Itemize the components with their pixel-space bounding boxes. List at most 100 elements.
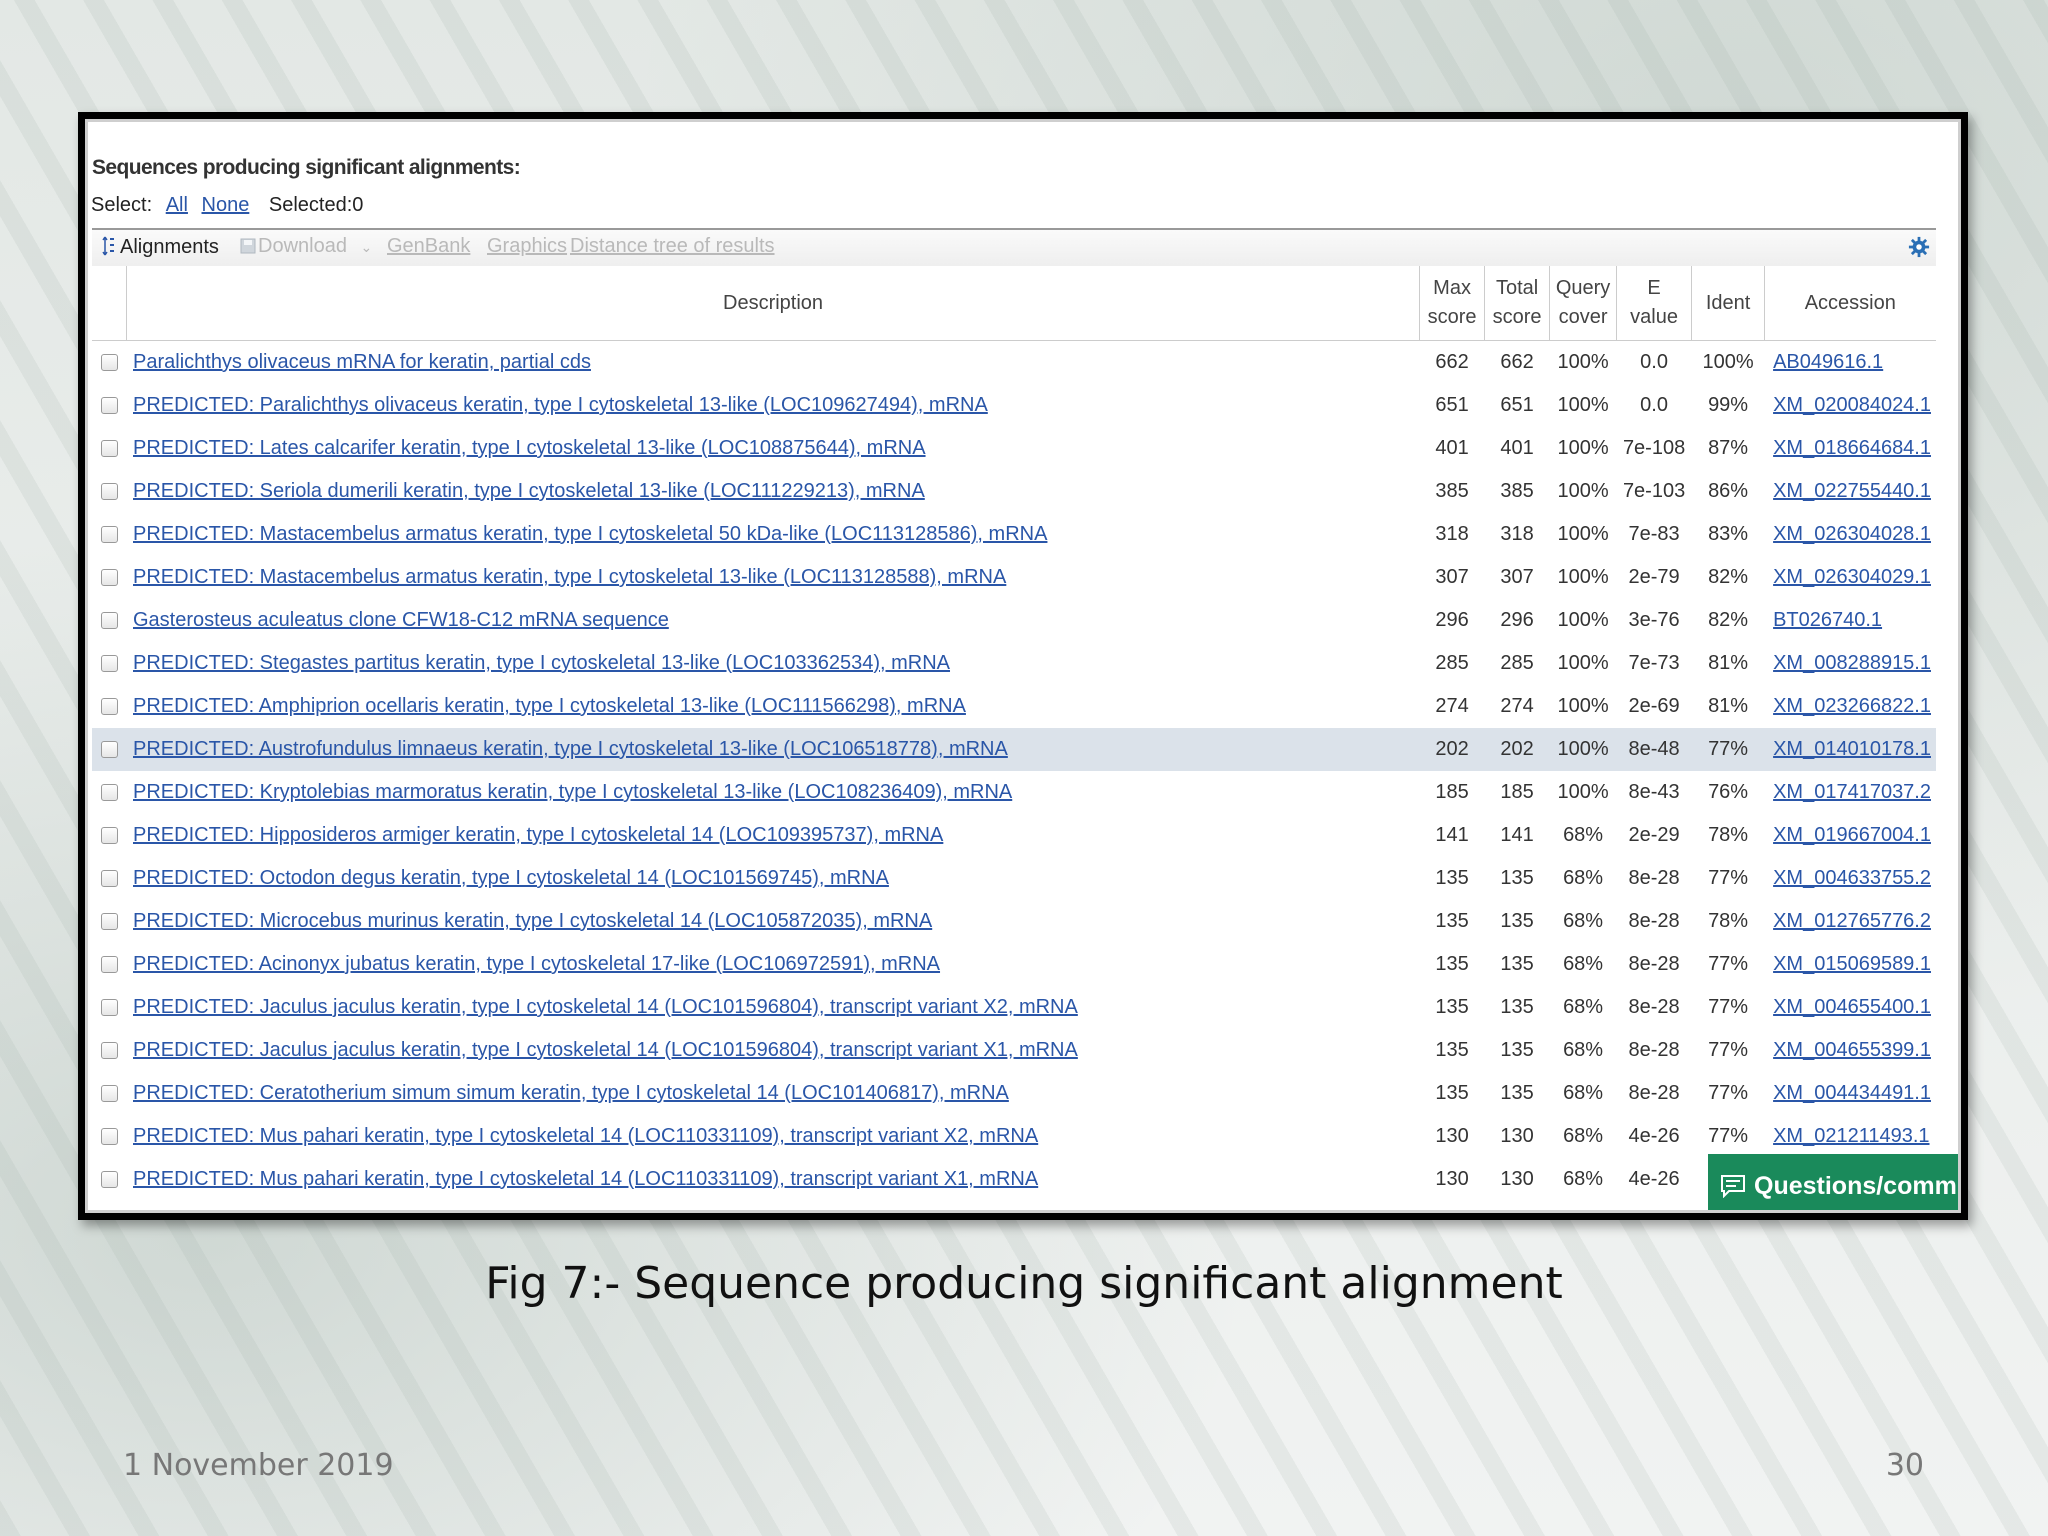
table-row: Paralichthys olivaceus mRNA for keratin,…: [92, 341, 1936, 385]
ident-cell: 86%: [1708, 480, 1749, 502]
max-score-cell: 135: [1435, 953, 1469, 975]
max-score-cell: 135: [1435, 1082, 1469, 1104]
select-none-link[interactable]: None: [202, 194, 250, 216]
accession-link[interactable]: XM_023266822.1: [1773, 695, 1931, 717]
description-link[interactable]: PREDICTED: Paralichthys olivaceus kerati…: [133, 394, 988, 416]
accession-link[interactable]: XM_017417037.2: [1773, 781, 1931, 803]
description-link[interactable]: PREDICTED: Amphiprion ocellaris keratin,…: [133, 695, 966, 717]
row-checkbox[interactable]: [100, 956, 118, 974]
accession-link[interactable]: XM_004434491.1: [1773, 1082, 1931, 1104]
description-link[interactable]: PREDICTED: Microcebus murinus keratin, t…: [133, 910, 932, 932]
description-link[interactable]: PREDICTED: Mastacembelus armatus keratin…: [133, 523, 1047, 545]
row-checkbox[interactable]: [100, 397, 118, 415]
e-value-cell: 8e-28: [1628, 910, 1680, 932]
description-link[interactable]: PREDICTED: Jaculus jaculus keratin, type…: [133, 996, 1078, 1018]
row-checkbox[interactable]: [100, 1042, 118, 1060]
row-checkbox[interactable]: [100, 870, 118, 888]
ident-cell: 78%: [1708, 824, 1749, 846]
description-link[interactable]: PREDICTED: Acinonyx jubatus keratin, typ…: [133, 953, 940, 975]
row-checkbox[interactable]: [100, 1171, 118, 1189]
row-checkbox[interactable]: [100, 612, 118, 630]
row-checkbox[interactable]: [100, 1128, 118, 1146]
row-checkbox[interactable]: [100, 698, 118, 716]
table-row: PREDICTED: Hipposideros armiger keratin,…: [92, 814, 1936, 857]
description-link[interactable]: PREDICTED: Seriola dumerili keratin, typ…: [133, 480, 925, 502]
table-row: PREDICTED: Mus pahari keratin, type I cy…: [92, 1115, 1936, 1158]
accession-link[interactable]: AB049616.1: [1773, 351, 1883, 373]
max-score-cell: 130: [1435, 1125, 1469, 1147]
alignments-button[interactable]: Alignments: [102, 235, 219, 259]
slide-page-number: 30: [1885, 1448, 1924, 1483]
description-link[interactable]: PREDICTED: Ceratotherium simum simum ker…: [133, 1082, 1009, 1104]
genbank-link[interactable]: GenBank: [387, 235, 470, 258]
row-checkbox[interactable]: [100, 569, 118, 587]
description-link[interactable]: PREDICTED: Lates calcarifer keratin, typ…: [133, 437, 926, 459]
accession-link[interactable]: XM_014010178.1: [1773, 738, 1931, 760]
row-checkbox[interactable]: [100, 827, 118, 845]
total-score-cell: 307: [1500, 566, 1534, 588]
row-checkbox[interactable]: [100, 999, 118, 1017]
chat-icon: [1721, 1175, 1745, 1198]
description-link[interactable]: PREDICTED: Hipposideros armiger keratin,…: [133, 824, 943, 846]
description-link[interactable]: Paralichthys olivaceus mRNA for keratin,…: [133, 351, 591, 373]
accession-link[interactable]: XM_021211493.1: [1773, 1125, 1929, 1147]
ident-cell: 83%: [1708, 523, 1749, 545]
accession-link[interactable]: XM_026304029.1: [1773, 566, 1931, 588]
questions-comments-label: Questions/comm: [1754, 1171, 1957, 1200]
blast-results-panel: Sequences producing significant alignmen…: [85, 119, 1961, 1213]
e-value-column-header[interactable]: Evalue: [1616, 266, 1693, 341]
description-link[interactable]: PREDICTED: Mus pahari keratin, type I cy…: [133, 1168, 1038, 1190]
description-link[interactable]: PREDICTED: Octodon degus keratin, type I…: [133, 867, 889, 889]
row-checkbox[interactable]: [100, 526, 118, 544]
query-cover-column-header[interactable]: Query cover: [1549, 266, 1618, 341]
row-checkbox[interactable]: [100, 913, 118, 931]
ident-cell: 78%: [1708, 910, 1749, 932]
description-link[interactable]: PREDICTED: Jaculus jaculus keratin, type…: [133, 1039, 1078, 1061]
chevron-down-icon: ⌄: [360, 239, 373, 255]
total-score-column-header[interactable]: Total score: [1484, 266, 1551, 341]
description-link[interactable]: PREDICTED: Austrofundulus limnaeus kerat…: [133, 738, 1008, 760]
max-score-column-header[interactable]: Max score: [1419, 266, 1486, 341]
row-checkbox[interactable]: [100, 784, 118, 802]
row-checkbox[interactable]: [100, 440, 118, 458]
accession-link[interactable]: XM_022755440.1: [1773, 480, 1931, 502]
select-label: Select:: [91, 194, 153, 216]
accession-link[interactable]: XM_004655399.1: [1773, 1039, 1931, 1061]
description-link[interactable]: PREDICTED: Kryptolebias marmoratus kerat…: [133, 781, 1012, 803]
accession-link[interactable]: XM_018664684.1: [1773, 437, 1931, 459]
table-row: PREDICTED: Austrofundulus limnaeus kerat…: [92, 728, 1936, 771]
ident-column-header[interactable]: Ident: [1691, 266, 1766, 341]
gear-icon[interactable]: [1908, 236, 1930, 258]
query-cover-cell: 100%: [1557, 523, 1609, 545]
accession-column-header[interactable]: Accession: [1764, 266, 1936, 341]
accession-link[interactable]: XM_004655400.1: [1773, 996, 1931, 1018]
accession-link[interactable]: XM_008288915.1: [1773, 652, 1931, 674]
accession-link[interactable]: XM_026304028.1: [1773, 523, 1931, 545]
description-link[interactable]: Gasterosteus aculeatus clone CFW18-C12 m…: [133, 609, 669, 631]
accession-link[interactable]: XM_012765776.2: [1773, 910, 1931, 932]
accession-link[interactable]: BT026740.1: [1773, 609, 1882, 631]
total-score-cell: 130: [1500, 1125, 1534, 1147]
row-checkbox[interactable]: [100, 1085, 118, 1103]
description-link[interactable]: PREDICTED: Stegastes partitus keratin, t…: [133, 652, 950, 674]
accession-link[interactable]: XM_020084024.1: [1773, 394, 1931, 416]
table-row: PREDICTED: Stegastes partitus keratin, t…: [92, 642, 1936, 685]
accession-link[interactable]: XM_004633755.2: [1773, 867, 1931, 889]
row-checkbox[interactable]: [100, 655, 118, 673]
select-all-link[interactable]: All: [166, 194, 188, 216]
accession-link[interactable]: XM_019667004.1: [1773, 824, 1931, 846]
selected-count: Selected:0: [268, 194, 364, 216]
graphics-link[interactable]: Graphics: [487, 235, 567, 258]
table-row: PREDICTED: Octodon degus keratin, type I…: [92, 857, 1936, 900]
row-checkbox[interactable]: [100, 354, 118, 372]
distance-tree-link[interactable]: Distance tree of results: [570, 235, 775, 258]
table-row: PREDICTED: Lates calcarifer keratin, typ…: [92, 427, 1936, 470]
download-button[interactable]: Download ⌄: [240, 235, 372, 258]
row-checkbox[interactable]: [100, 483, 118, 501]
questions-comments-button[interactable]: Questions/comm: [1708, 1154, 1958, 1210]
row-checkbox[interactable]: [100, 741, 118, 759]
description-link[interactable]: PREDICTED: Mastacembelus armatus keratin…: [133, 566, 1006, 588]
description-link[interactable]: PREDICTED: Mus pahari keratin, type I cy…: [133, 1125, 1038, 1147]
description-column-header[interactable]: Description: [126, 266, 1421, 341]
accession-link[interactable]: XM_015069589.1: [1773, 953, 1931, 975]
